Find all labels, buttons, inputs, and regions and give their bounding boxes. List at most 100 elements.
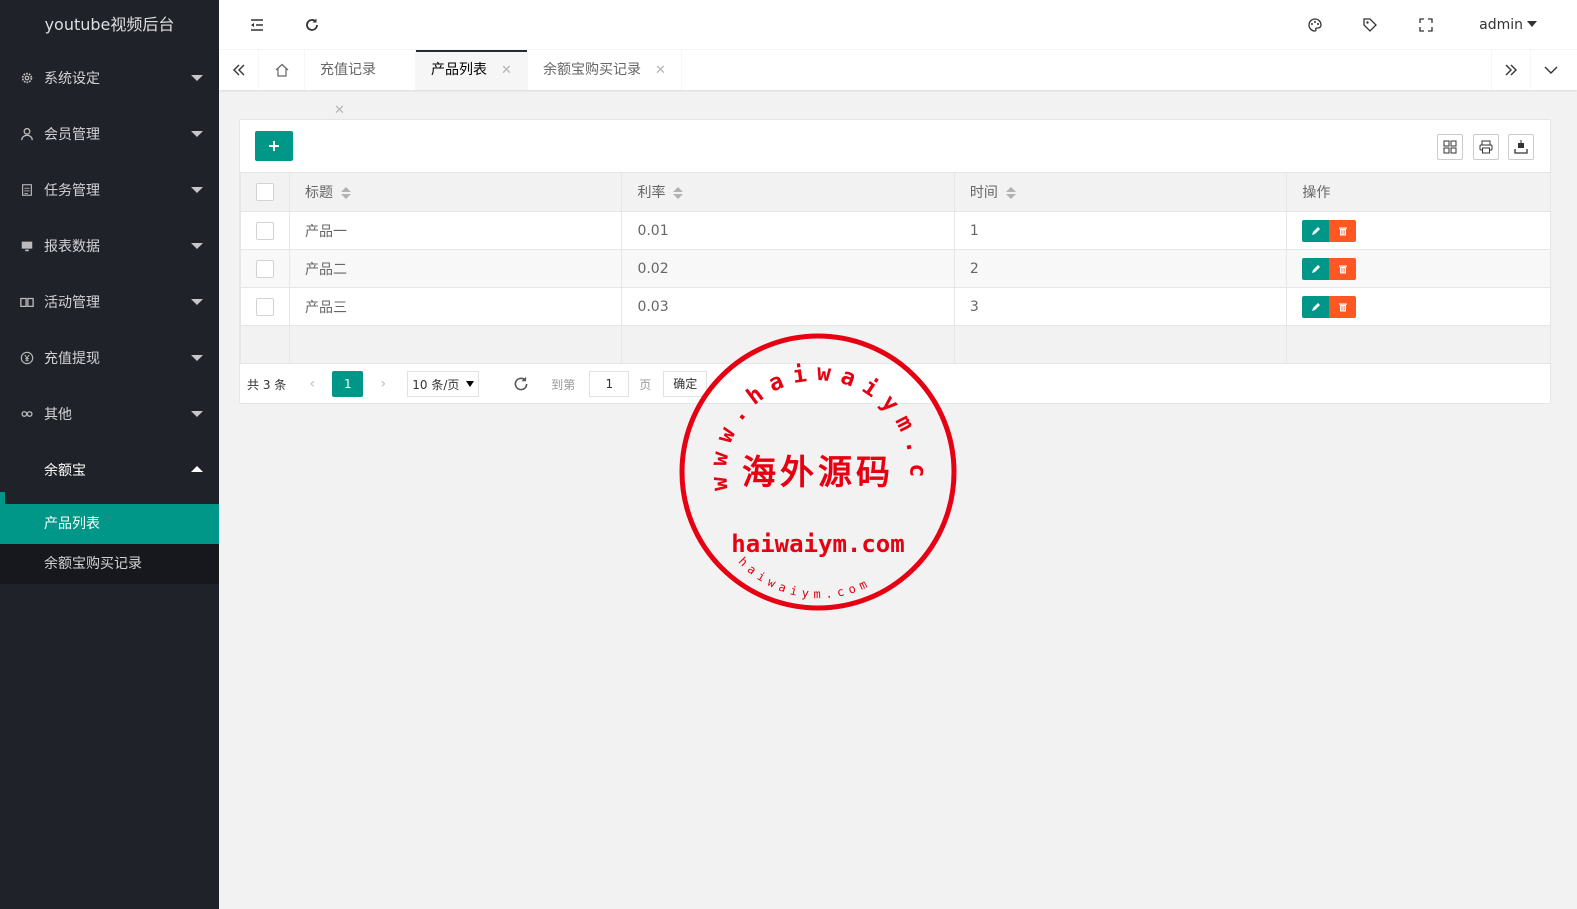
refresh-button[interactable] — [292, 0, 332, 50]
note-button[interactable] — [1350, 0, 1390, 50]
column-header-actions: 操作 — [1286, 172, 1551, 212]
tab-yuebao-purchase-records[interactable]: 余额宝购买记录 ✕ — [528, 50, 682, 90]
user-icon — [20, 127, 34, 141]
trash-icon — [1338, 227, 1347, 235]
app-logo-title[interactable]: youtube视频后台 — [0, 0, 219, 50]
sidebar-item-yuebao[interactable]: 余额宝 — [0, 442, 219, 508]
cell-title: 产品一 — [288, 211, 623, 250]
add-product-button[interactable] — [255, 131, 293, 161]
print-button[interactable] — [1473, 134, 1499, 160]
cell-actions — [1286, 249, 1551, 288]
user-menu[interactable]: admin — [1479, 0, 1537, 50]
close-icon[interactable]: ✕ — [655, 63, 666, 78]
next-page-button[interactable]: › — [373, 376, 393, 392]
row-checkbox[interactable] — [256, 221, 274, 240]
tab-product-list[interactable]: 产品列表 ✕ — [416, 50, 528, 90]
fullscreen-button[interactable] — [1406, 0, 1446, 50]
delete-button[interactable] — [1329, 219, 1357, 242]
tabs-menu-button[interactable] — [1531, 50, 1571, 90]
sort-icon[interactable] — [1005, 187, 1016, 199]
top-header: admin — [219, 0, 1577, 50]
link-icon — [20, 407, 34, 421]
chevron-down-icon — [191, 411, 203, 417]
sidebar-item-members[interactable]: 会员管理 — [0, 106, 219, 162]
sort-icon[interactable] — [341, 187, 351, 199]
sort-icon[interactable] — [673, 187, 684, 199]
sidebar-item-reports[interactable]: 报表数据 — [0, 218, 219, 274]
chevron-down-icon — [191, 299, 203, 305]
sidebar-item-label: 活动管理 — [44, 295, 100, 311]
stamp-bottom-text: haiwaiym.com — [736, 554, 874, 601]
empty-cell — [621, 325, 955, 364]
export-icon — [1514, 140, 1528, 154]
pagination: 共 3 条 ‹ 1 › 10 条/页 到第 1 页 确定 — [247, 370, 708, 398]
cell-time: 2 — [953, 249, 1288, 288]
tab-label: 充值记录 — [320, 62, 376, 78]
tab-label: 产品列表 — [431, 62, 487, 78]
column-header-time[interactable]: 时间 — [953, 172, 1288, 212]
column-header-title[interactable]: 标题 — [288, 172, 623, 212]
sidebar-item-yuebao-purchase-records[interactable]: 余额宝购买记录 — [0, 544, 219, 584]
cell-rate: 0.01 — [621, 211, 955, 250]
menu-collapse-button[interactable] — [237, 0, 277, 50]
tabs-scroll-right-button[interactable] — [1491, 50, 1531, 90]
tab-home[interactable] — [259, 50, 305, 90]
total-count: 共 3 条 — [247, 377, 287, 392]
active-marker — [0, 492, 5, 508]
edit-button[interactable] — [1302, 219, 1330, 242]
cell-title: 产品二 — [288, 249, 623, 288]
edit-button[interactable] — [1302, 257, 1330, 280]
goto-confirm-button[interactable]: 确定 — [663, 371, 708, 397]
sidebar-item-system-settings[interactable]: 系统设定 — [0, 50, 219, 106]
cell-rate: 0.02 — [621, 249, 955, 288]
table-total-row — [240, 325, 1551, 364]
pager-refresh-button[interactable] — [511, 374, 531, 394]
sidebar-item-label: 报表数据 — [44, 239, 100, 255]
export-button[interactable] — [1508, 134, 1534, 160]
pencil-icon — [1311, 226, 1320, 235]
sidebar-item-activities[interactable]: 活动管理 — [0, 274, 219, 330]
sidebar-item-product-list[interactable]: 产品列表 — [0, 504, 219, 544]
prev-page-button[interactable]: ‹ — [302, 376, 322, 392]
close-icon[interactable]: ✕ — [334, 103, 345, 118]
sidebar-item-label: 其他 — [44, 407, 72, 423]
sidebar-item-tasks[interactable]: 任务管理 — [0, 162, 219, 218]
page-number-current[interactable]: 1 — [332, 371, 364, 397]
read-icon — [20, 295, 34, 309]
sidebar-item-recharge-withdraw[interactable]: 充值提现 — [0, 330, 219, 386]
edit-button[interactable] — [1302, 295, 1330, 318]
theme-button[interactable] — [1295, 0, 1335, 50]
delete-button[interactable] — [1329, 257, 1357, 280]
empty-cell — [240, 325, 290, 364]
sidebar-item-label: 会员管理 — [44, 127, 100, 143]
palette-icon — [1308, 18, 1322, 32]
cell-title: 产品三 — [288, 287, 623, 326]
goto-label: 到第 — [551, 377, 576, 392]
sidebar-item-other[interactable]: 其他 — [0, 386, 219, 442]
list-icon — [20, 183, 34, 197]
tab-recharge-records[interactable]: 充值记录 ✕ — [305, 50, 416, 118]
delete-button[interactable] — [1329, 295, 1357, 318]
row-checkbox[interactable] — [256, 297, 274, 316]
column-header-rate[interactable]: 利率 — [621, 172, 955, 212]
product-table: 标题 利率 时间 操作 产品一 0.01 1 产品二 0.02 2 产品三 0.… — [240, 172, 1551, 364]
chevron-down-icon — [191, 243, 203, 249]
columns-icon — [1443, 140, 1457, 154]
close-icon[interactable]: ✕ — [501, 63, 512, 78]
page-size-select[interactable]: 10 条/页 — [407, 371, 480, 397]
chevron-down-icon — [191, 355, 203, 361]
row-select-cell — [240, 249, 290, 288]
select-all-checkbox[interactable] — [256, 183, 274, 201]
page-label: 页 — [639, 377, 652, 392]
chevron-down-icon — [191, 131, 203, 137]
row-select-cell — [240, 287, 290, 326]
refresh-icon — [306, 18, 318, 31]
sidebar-item-label: 任务管理 — [44, 183, 100, 199]
row-checkbox[interactable] — [256, 259, 274, 278]
filter-columns-button[interactable] — [1437, 134, 1463, 160]
goto-page-input[interactable]: 1 — [589, 371, 630, 397]
table-row: 产品三 0.03 3 — [240, 287, 1551, 326]
sidebar-item-label: 系统设定 — [44, 71, 100, 87]
column-label: 标题 — [305, 185, 333, 201]
tabs-scroll-left-button[interactable] — [219, 50, 259, 90]
